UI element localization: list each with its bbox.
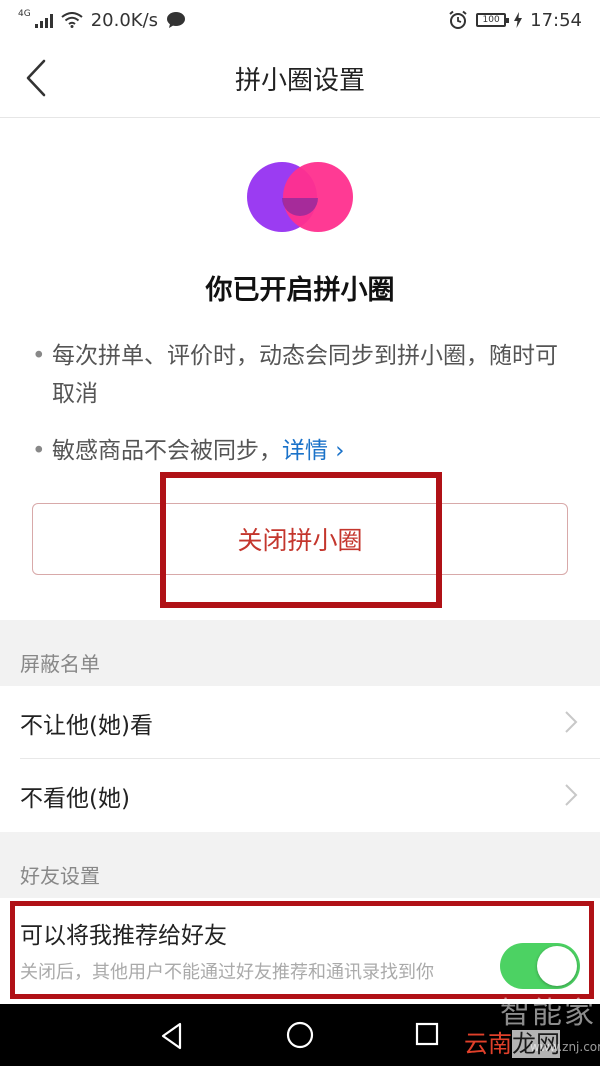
signal-icon — [34, 12, 53, 28]
list-item-label: 不让他(她)看 — [20, 712, 153, 739]
message-icon — [167, 12, 186, 28]
nav-home-icon[interactable] — [286, 1021, 314, 1049]
status-bar: 4G 20.0K/s 100 17:54 — [0, 0, 600, 40]
details-link[interactable]: 详情 › — [282, 438, 345, 464]
status-left: 4G 20.0K/s — [18, 8, 186, 31]
toggle-knob — [537, 946, 577, 986]
charging-icon — [514, 12, 523, 28]
chevron-right-icon — [565, 711, 578, 733]
info-bullet-sync: 每次拼单、评价时，动态会同步到拼小圈，随时可取消 — [32, 337, 577, 413]
nav-bar: 拼小圈设置 — [0, 40, 600, 118]
recommend-description: 关闭后，其他用户不能通过好友推荐和通讯录找到你 — [20, 962, 434, 983]
friend-settings-header: 好友设置 — [20, 864, 100, 888]
battery-level: 100 — [482, 15, 500, 25]
chevron-right-icon — [565, 784, 578, 806]
system-nav-bar — [0, 1004, 600, 1066]
info-bullet-sensitive: 敏感商品不会被同步，详情 › — [32, 432, 577, 470]
page-title: 拼小圈设置 — [234, 66, 365, 96]
wifi-icon — [61, 12, 83, 28]
nav-recent-apps-icon[interactable] — [415, 1022, 439, 1046]
back-arrow-icon[interactable] — [22, 58, 50, 98]
recommend-toggle[interactable] — [500, 943, 580, 989]
status-heading: 你已开启拼小圈 — [205, 275, 395, 306]
status-time: 17:54 — [530, 9, 582, 31]
list-item-hide-from[interactable]: 不让他(她)看 — [0, 686, 600, 759]
list-item-dont-see[interactable]: 不看他(她) — [0, 759, 600, 832]
recommend-title: 可以将我推荐给好友 — [20, 923, 227, 949]
close-pinxiaoquan-button[interactable]: 关闭拼小圈 — [32, 503, 568, 575]
network-speed: 20.0K/s — [90, 9, 159, 31]
network-type: 4G — [18, 8, 31, 19]
pinxiaoquan-logo-icon — [247, 162, 353, 232]
screen: 4G 20.0K/s 100 17:54 拼小圈设置 你已开启拼小圈 • 每次拼… — [0, 0, 600, 1066]
nav-back-icon[interactable] — [160, 1022, 184, 1050]
status-right: 100 17:54 — [448, 10, 582, 31]
sensitive-text: 敏感商品不会被同步， — [52, 438, 282, 464]
alarm-icon — [449, 10, 467, 29]
recommend-to-friends-row: 可以将我推荐给好友 关闭后，其他用户不能通过好友推荐和通讯录找到你 — [0, 898, 600, 1008]
battery-icon: 100 — [476, 13, 510, 27]
list-item-label: 不看他(她) — [20, 785, 130, 812]
block-list-header: 屏蔽名单 — [20, 652, 100, 676]
